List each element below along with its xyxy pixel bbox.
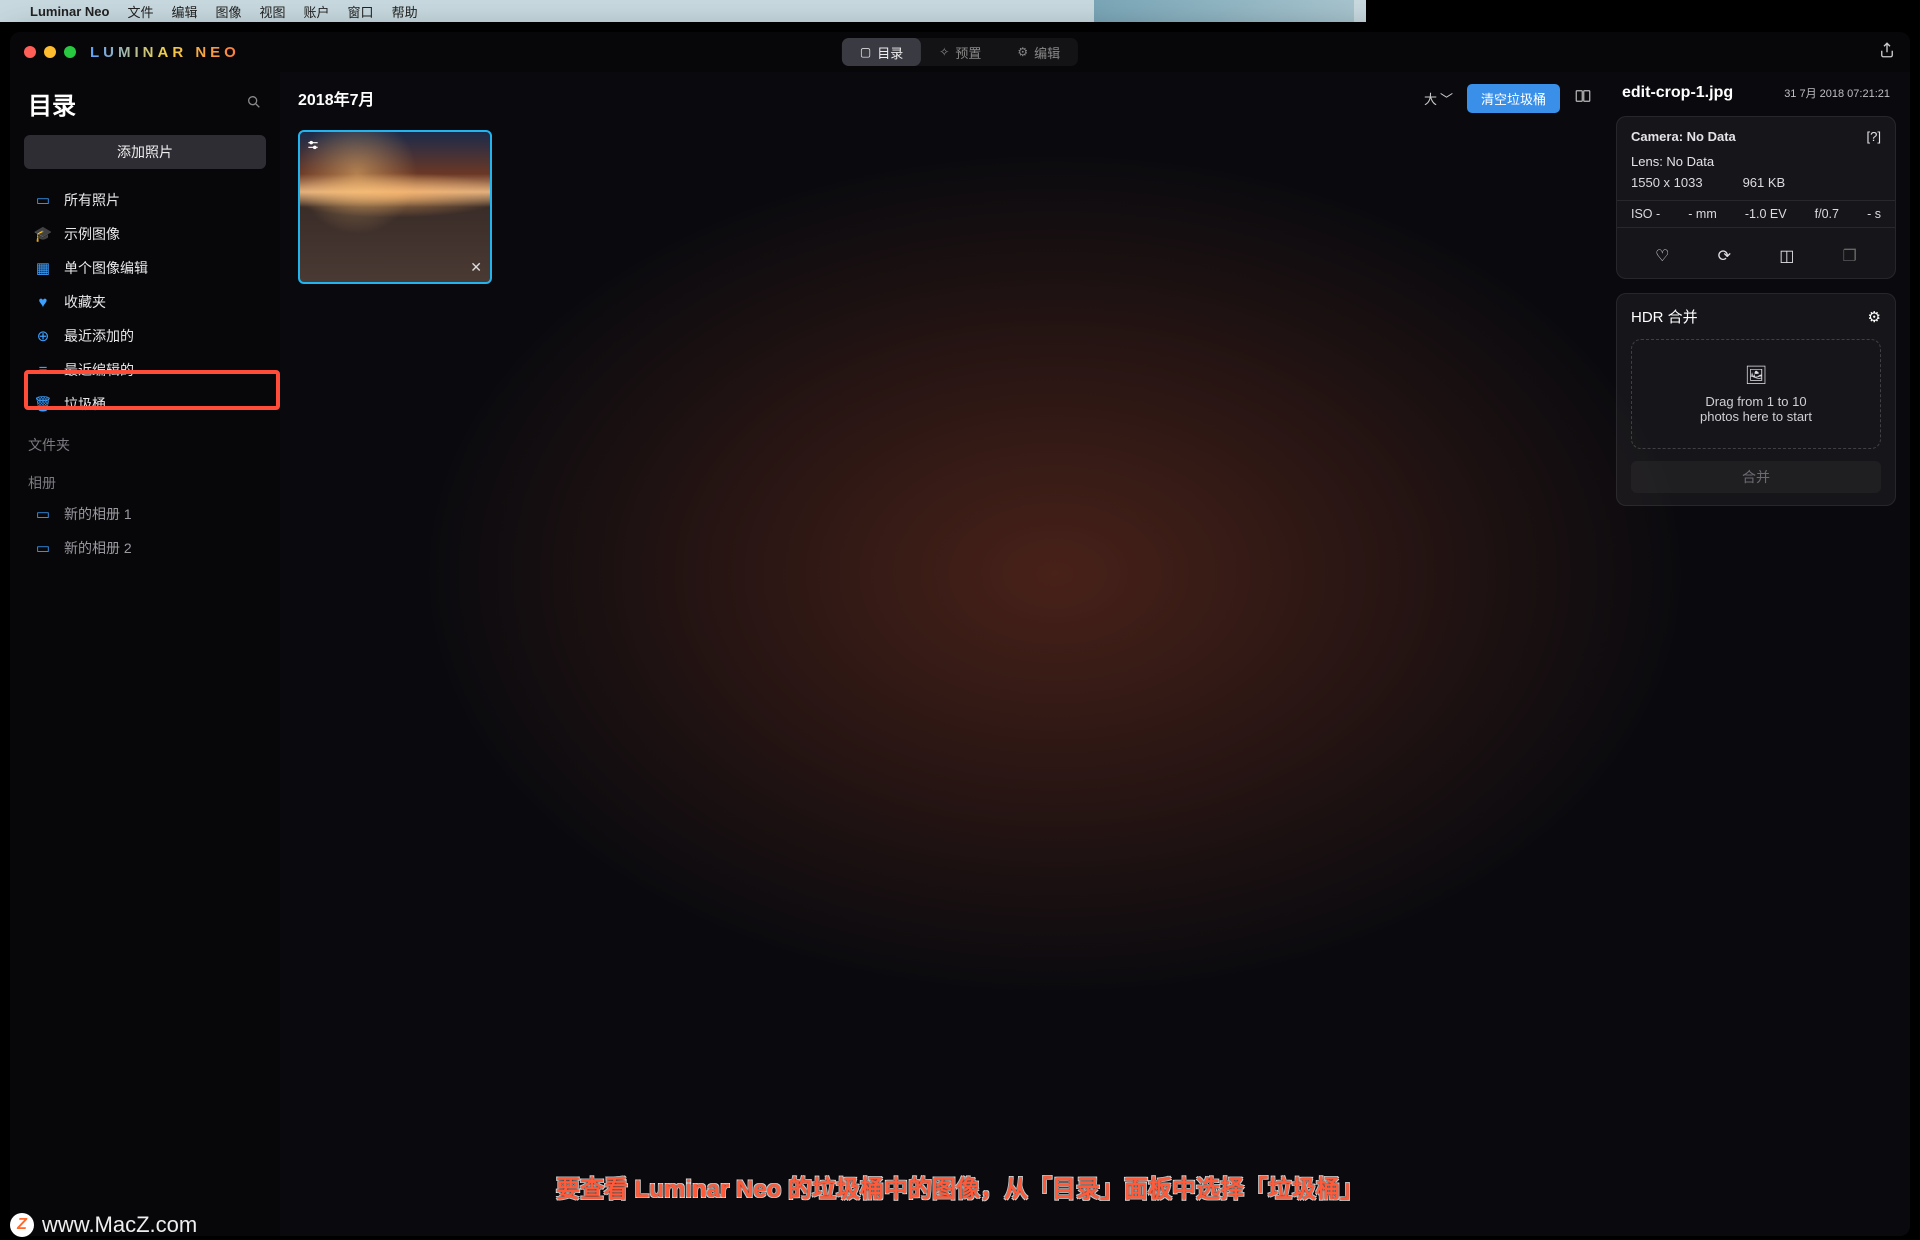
close-window-button[interactable] xyxy=(24,46,36,58)
sidebar-item-recently-edited[interactable]: ≡ 最近编辑的 xyxy=(10,353,280,387)
mode-segmented-control: ▢ 目录 ✧ 预置 ⚙ 编辑 xyxy=(842,38,1078,66)
menubar-item-help[interactable]: 帮助 xyxy=(392,2,418,21)
remove-thumbnail-icon[interactable]: ✕ xyxy=(470,259,482,276)
lens-label: Lens: No Data xyxy=(1631,154,1881,169)
menubar-app-name[interactable]: Luminar Neo xyxy=(30,4,109,19)
folder-icon: ▢ xyxy=(860,45,871,59)
sparkle-icon: ✧ xyxy=(939,45,949,59)
metadata-card: Camera: No Data [?] Lens: No Data 1550 x… xyxy=(1616,116,1896,279)
chevron-down-icon: ﹀ xyxy=(1440,89,1453,108)
sidebar-item-label: 垃圾桶 xyxy=(64,394,106,414)
sidebar-item-label: 单个图像编辑 xyxy=(64,258,148,278)
menubar-item-account[interactable]: 账户 xyxy=(304,2,330,21)
menubar-item-window[interactable]: 窗口 xyxy=(348,2,374,21)
hdr-drop-line1: Drag from 1 to 10 xyxy=(1700,394,1812,409)
sidebar-item-recently-added[interactable]: ⊕ 最近添加的 xyxy=(10,319,280,353)
sidebar-item-trash[interactable]: 🗑 垃圾桶 xyxy=(10,387,280,421)
heart-icon: ♥ xyxy=(34,293,52,311)
sidebar-item-all-photos[interactable]: ▭ 所有照片 xyxy=(10,183,280,217)
sidebar: 目录 添加照片 ▭所有照片 🎓示例图像 ▦单个图像编辑 ♥收藏夹 ⊕最近添加的 … xyxy=(10,72,280,1236)
sidebar-item-favorites[interactable]: ♥ 收藏夹 xyxy=(10,285,280,319)
tab-presets[interactable]: ✧ 预置 xyxy=(921,38,999,66)
sliders-icon: ≡ xyxy=(34,361,52,379)
fullscreen-window-button[interactable] xyxy=(64,46,76,58)
tab-presets-label: 预置 xyxy=(955,43,981,62)
sidebar-item-label: 新的相册 2 xyxy=(64,538,132,558)
sidebar-item-label: 最近添加的 xyxy=(64,326,134,346)
sidebar-section-folders[interactable]: 文件夹 xyxy=(10,421,280,459)
hdr-title: HDR 合并 xyxy=(1631,306,1698,327)
sidebar-title: 目录 xyxy=(28,86,76,121)
shutter-value: - s xyxy=(1867,207,1881,221)
gear-icon[interactable]: ⚙ xyxy=(1868,308,1881,326)
sidebar-item-label: 收藏夹 xyxy=(64,292,106,312)
focal-value: - mm xyxy=(1688,207,1716,221)
sidebar-item-label: 所有照片 xyxy=(64,190,120,210)
photo-stack-icon: 🖼 xyxy=(1745,365,1768,386)
thumbnail-size-selector[interactable]: 大 ﹀ xyxy=(1424,89,1453,108)
sidebar-item-label: 示例图像 xyxy=(64,224,120,244)
tab-edit-label: 编辑 xyxy=(1034,43,1060,62)
tab-catalog-label: 目录 xyxy=(877,43,903,62)
app-brand: LUMINAR NEO xyxy=(90,44,240,61)
iso-value: ISO - xyxy=(1631,207,1660,221)
sidebar-album[interactable]: ▭ 新的相册 1 xyxy=(10,497,280,531)
sidebar-album[interactable]: ▭ 新的相册 2 xyxy=(10,531,280,565)
main-content: 2018年7月 大 ﹀ 清空垃圾桶 ✕ xyxy=(280,72,1610,1236)
edited-badge-icon xyxy=(306,138,320,155)
empty-trash-button[interactable]: 清空垃圾桶 xyxy=(1467,84,1560,113)
grid-icon: ▦ xyxy=(34,259,52,277)
tab-catalog[interactable]: ▢ 目录 xyxy=(842,38,921,66)
tab-edit[interactable]: ⚙ 编辑 xyxy=(999,38,1078,66)
titlebar: LUMINAR NEO ▢ 目录 ✧ 预置 ⚙ 编辑 xyxy=(10,32,1910,72)
compare-view-icon[interactable] xyxy=(1574,87,1592,110)
hdr-drop-line2: photos here to start xyxy=(1700,409,1812,424)
app-window: LUMINAR NEO ▢ 目录 ✧ 预置 ⚙ 编辑 目录 xyxy=(10,32,1910,1236)
plus-circle-icon: ⊕ xyxy=(34,327,52,345)
album-icon: ▭ xyxy=(34,505,52,523)
hdr-dropzone[interactable]: 🖼 Drag from 1 to 10 photos here to start xyxy=(1631,339,1881,449)
favorite-heart-icon[interactable]: ♡ xyxy=(1655,246,1669,266)
camera-label: Camera: No Data xyxy=(1631,129,1736,144)
sidebar-item-label: 最近编辑的 xyxy=(64,360,134,380)
menubar-right-extras xyxy=(1094,0,1354,22)
menubar-item-view[interactable]: 视图 xyxy=(260,2,286,21)
sidebar-section-albums[interactable]: 相册 xyxy=(10,459,280,497)
mac-menubar: Luminar Neo 文件 编辑 图像 视图 账户 窗口 帮助 xyxy=(0,0,1366,22)
grad-cap-icon: 🎓 xyxy=(34,225,52,243)
dimensions-value: 1550 x 1033 xyxy=(1631,175,1703,190)
add-photos-button[interactable]: 添加照片 xyxy=(24,135,266,169)
sidebar-item-single-edits[interactable]: ▦ 单个图像编辑 xyxy=(10,251,280,285)
sidebar-item-label: 新的相册 1 xyxy=(64,504,132,524)
rotate-icon[interactable]: ⟳ xyxy=(1718,246,1731,266)
trash-icon: 🗑 xyxy=(34,395,52,413)
search-icon[interactable] xyxy=(246,94,262,114)
watermark: Z www.MacZ.com xyxy=(10,1212,197,1238)
menubar-item-file[interactable]: 文件 xyxy=(127,2,153,21)
ev-value: -1.0 EV xyxy=(1745,207,1787,221)
watermark-logo-icon: Z xyxy=(10,1213,34,1237)
filesize-value: 961 KB xyxy=(1743,175,1786,190)
aperture-value: f/0.7 xyxy=(1815,207,1839,221)
file-datetime: 31 7月 2018 07:21:21 xyxy=(1784,85,1890,101)
menubar-item-edit[interactable]: 编辑 xyxy=(171,2,197,21)
image-thumbnail[interactable]: ✕ xyxy=(298,130,492,284)
metadata-help-icon[interactable]: [?] xyxy=(1867,129,1881,144)
share-button[interactable] xyxy=(1878,41,1896,64)
traffic-lights xyxy=(24,46,76,58)
minimize-window-button[interactable] xyxy=(44,46,56,58)
filename-label: edit-crop-1.jpg xyxy=(1622,84,1733,102)
photos-icon: ▭ xyxy=(34,191,52,209)
copy-icon[interactable]: ❐ xyxy=(1843,246,1857,266)
info-panel: edit-crop-1.jpg 31 7月 2018 07:21:21 Came… xyxy=(1610,72,1910,1236)
group-date-heading: 2018年7月 xyxy=(298,86,375,110)
hdr-merge-button[interactable]: 合并 xyxy=(1631,461,1881,493)
sliders-icon: ⚙ xyxy=(1017,45,1028,59)
crop-icon[interactable]: ◫ xyxy=(1779,246,1794,266)
album-icon: ▭ xyxy=(34,539,52,557)
menubar-item-image[interactable]: 图像 xyxy=(216,2,242,21)
watermark-text: www.MacZ.com xyxy=(42,1212,197,1238)
hdr-merge-card: HDR 合并 ⚙ 🖼 Drag from 1 to 10 photos here… xyxy=(1616,293,1896,506)
sidebar-item-sample-images[interactable]: 🎓 示例图像 xyxy=(10,217,280,251)
